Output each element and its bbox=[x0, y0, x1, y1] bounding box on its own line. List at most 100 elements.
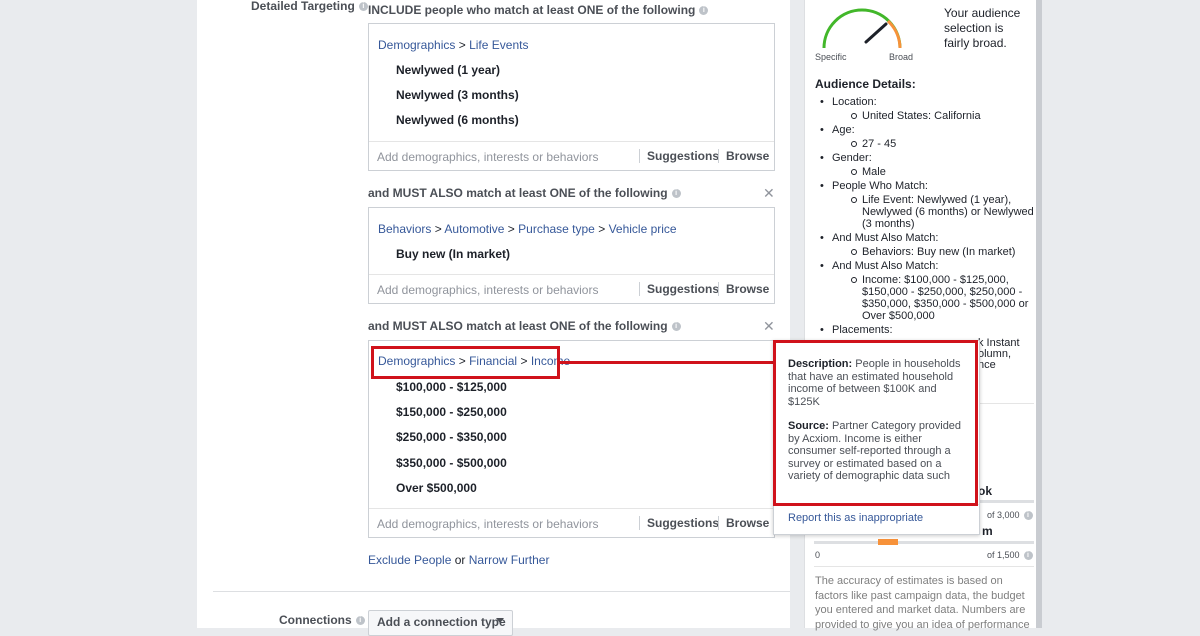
selected-item[interactable]: Newlywed (3 months) bbox=[396, 88, 519, 102]
tooltip-highlight-box bbox=[773, 340, 978, 506]
browse-button[interactable]: Browse bbox=[718, 282, 769, 296]
add-targeting-row: Add demographics, interests or behaviors… bbox=[369, 141, 774, 170]
crumb-separator: > bbox=[434, 222, 442, 236]
audience-summary: Your audience selection is fairly broad. bbox=[944, 6, 1021, 50]
detail-item: Age: 27 - 45 bbox=[820, 124, 1034, 150]
selected-item[interactable]: $350,000 - $500,000 bbox=[396, 456, 507, 470]
add-targeting-input[interactable]: Add demographics, interests or behaviors bbox=[377, 517, 598, 531]
selected-item[interactable]: Newlywed (6 months) bbox=[396, 113, 519, 127]
include-text: INCLUDE people who match at least ONE of… bbox=[368, 3, 696, 17]
reach2-of: of 1,500 bbox=[987, 550, 1020, 560]
crumb-demographics[interactable]: Demographics bbox=[378, 38, 455, 52]
add-connection-button[interactable]: Add a connection type bbox=[368, 610, 513, 636]
breadcrumb: Demographics > Life Events bbox=[378, 38, 528, 52]
audience-details-list: Location: United States: California Age:… bbox=[820, 96, 1034, 338]
gauge-specific-label: Specific bbox=[815, 52, 847, 62]
detail-label: Placements: bbox=[832, 324, 893, 336]
audience-details-title: Audience Details: bbox=[815, 77, 916, 91]
targeting-box-2: Behaviors > Automotive > Purchase type >… bbox=[368, 207, 775, 304]
info-icon[interactable]: i bbox=[699, 6, 709, 16]
detail-item: Placements: bbox=[820, 324, 1034, 336]
reach2-min: 0 bbox=[815, 550, 821, 560]
selected-item[interactable]: Buy new (In market) bbox=[396, 247, 510, 261]
close-icon[interactable]: ✕ bbox=[763, 185, 775, 202]
must-also-text: and MUST ALSO match at least ONE of the … bbox=[368, 186, 668, 200]
include-header: INCLUDE people who match at least ONE of… bbox=[368, 3, 709, 17]
must-also-header-1: and MUST ALSO match at least ONE of the … bbox=[368, 186, 681, 200]
exclude-people-link[interactable]: Exclude People bbox=[368, 553, 451, 567]
audience-gauge bbox=[822, 8, 902, 49]
detail-item: And Must Also Match: Income: $100,000 - … bbox=[820, 260, 1034, 322]
detail-value: Behaviors: Buy new (In market) bbox=[832, 246, 1034, 258]
selected-item[interactable]: $150,000 - $250,000 bbox=[396, 405, 507, 419]
info-icon[interactable]: i bbox=[671, 189, 681, 199]
crumb-life-events[interactable]: Life Events bbox=[469, 38, 528, 52]
detail-label: Location: bbox=[832, 96, 877, 108]
detail-item: Gender: Male bbox=[820, 152, 1034, 178]
crumb-vehicle-price[interactable]: Vehicle price bbox=[609, 222, 677, 236]
browse-button[interactable]: Browse bbox=[718, 149, 769, 163]
placement-frag: nce bbox=[978, 359, 996, 371]
detail-value: Income: $100,000 - $125,000, $150,000 - … bbox=[832, 274, 1034, 322]
crumb-automotive[interactable]: Automotive bbox=[444, 222, 504, 236]
detail-value: Male bbox=[832, 166, 1034, 178]
highlight-connector bbox=[557, 361, 775, 364]
detail-item: And Must Also Match: Behaviors: Buy new … bbox=[820, 232, 1034, 258]
detail-value: Life Event: Newlywed (1 year), Newlywed … bbox=[832, 194, 1034, 230]
gauge-needle bbox=[864, 22, 888, 44]
crumb-purchase-type[interactable]: Purchase type bbox=[518, 222, 595, 236]
info-icon[interactable]: i bbox=[1023, 551, 1033, 561]
crumb-separator: > bbox=[458, 38, 466, 52]
scrollbar[interactable] bbox=[1036, 0, 1042, 628]
reach2-label-fragment: m bbox=[982, 524, 993, 538]
add-targeting-input[interactable]: Add demographics, interests or behaviors bbox=[377, 283, 598, 297]
detail-label: Gender: bbox=[832, 152, 872, 164]
info-icon[interactable]: i bbox=[355, 616, 365, 626]
reach1-of-row: of 3,000 i bbox=[987, 510, 1033, 521]
detail-item: People Who Match: Life Event: Newlywed (… bbox=[820, 180, 1034, 230]
suggestions-button[interactable]: Suggestions bbox=[639, 282, 719, 296]
must-also-header-2: and MUST ALSO match at least ONE of the … bbox=[368, 319, 681, 333]
connections-text: Connections bbox=[279, 613, 352, 627]
divider bbox=[213, 591, 790, 592]
report-inappropriate-link[interactable]: Report this as inappropriate bbox=[788, 512, 923, 524]
detail-label: Age: bbox=[832, 124, 855, 136]
crumb-separator: > bbox=[507, 222, 515, 236]
browse-button[interactable]: Browse bbox=[718, 516, 769, 530]
info-icon[interactable]: i bbox=[1023, 511, 1033, 521]
crumb-behaviors[interactable]: Behaviors bbox=[378, 222, 431, 236]
add-targeting-input[interactable]: Add demographics, interests or behaviors bbox=[377, 150, 598, 164]
selected-item[interactable]: $100,000 - $125,000 bbox=[396, 380, 507, 394]
accuracy-note: The accuracy of estimates is based on fa… bbox=[815, 575, 1030, 631]
detailed-targeting-label: Detailed Targeting i bbox=[251, 0, 368, 13]
breadcrumb: Behaviors > Automotive > Purchase type >… bbox=[378, 222, 677, 236]
info-icon[interactable]: i bbox=[358, 2, 368, 12]
selected-item[interactable]: $250,000 - $350,000 bbox=[396, 430, 507, 444]
must-also-text: and MUST ALSO match at least ONE of the … bbox=[368, 319, 668, 333]
reach1-of: of 3,000 bbox=[987, 510, 1020, 520]
gauge-broad-label: Broad bbox=[889, 52, 914, 62]
suggestions-button[interactable]: Suggestions bbox=[639, 149, 719, 163]
or-text: or bbox=[454, 553, 466, 567]
close-icon[interactable]: ✕ bbox=[763, 318, 775, 335]
connections-label: Connections i bbox=[279, 613, 365, 627]
detail-label: People Who Match: bbox=[832, 180, 928, 192]
chevron-down-icon bbox=[496, 618, 504, 623]
gauge-arc-green bbox=[822, 8, 902, 49]
narrow-further-link[interactable]: Narrow Further bbox=[469, 553, 550, 567]
detail-label: And Must Also Match: bbox=[832, 232, 939, 244]
selected-item[interactable]: Newlywed (1 year) bbox=[396, 63, 500, 77]
reach-bar-2 bbox=[814, 541, 1034, 544]
selected-item[interactable]: Over $500,000 bbox=[396, 481, 477, 495]
suggestions-button[interactable]: Suggestions bbox=[639, 516, 719, 530]
reach-label-fragment: ok bbox=[978, 484, 993, 498]
divider bbox=[814, 566, 1034, 567]
info-icon[interactable]: i bbox=[671, 322, 681, 332]
add-targeting-row: Add demographics, interests or behaviors… bbox=[369, 508, 774, 537]
reach2-of-row: of 1,500 i bbox=[987, 550, 1033, 561]
highlight-box bbox=[371, 346, 560, 379]
detail-label: And Must Also Match: bbox=[832, 260, 939, 272]
placement-fragment: k Instant olumn, nce bbox=[978, 338, 1020, 371]
exclude-narrow-row: Exclude People or Narrow Further bbox=[368, 553, 549, 567]
detail-value: 27 - 45 bbox=[832, 138, 1034, 150]
